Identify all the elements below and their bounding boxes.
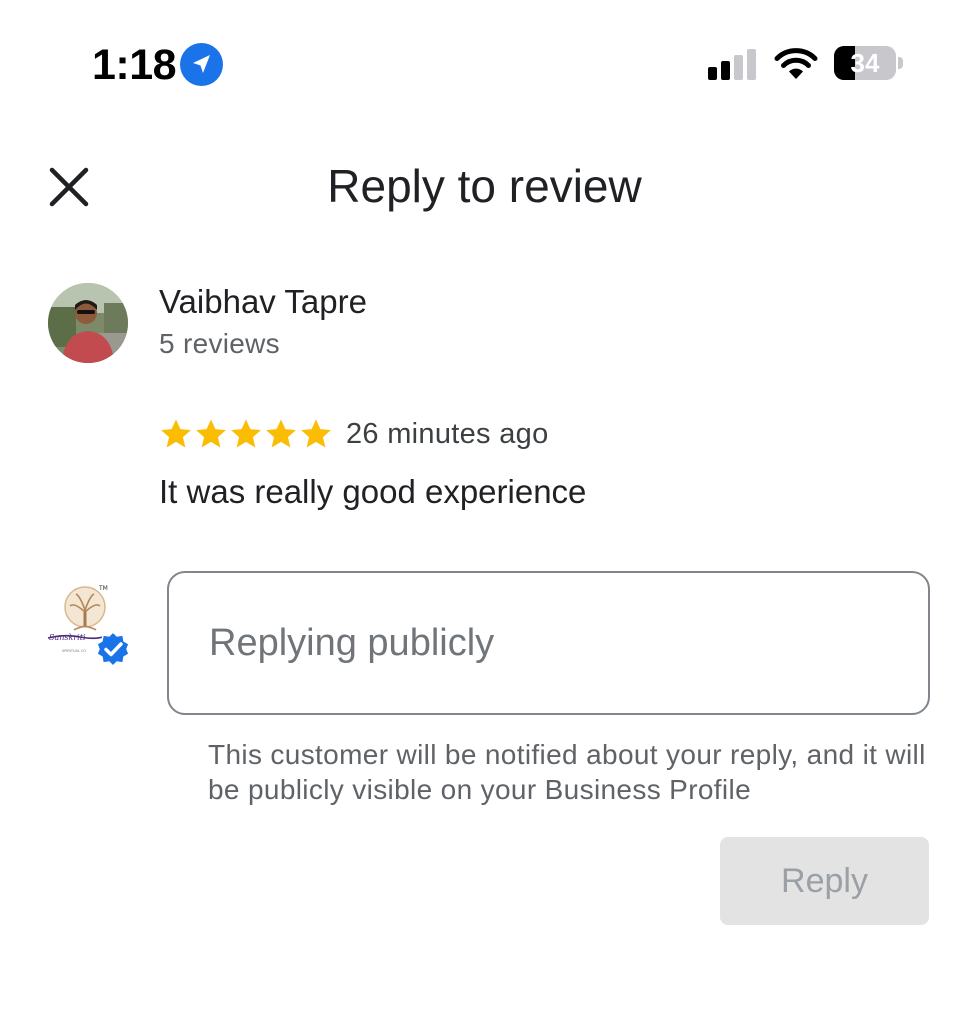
star-icon	[161, 419, 191, 448]
star-icon	[196, 419, 226, 448]
reply-button[interactable]: Reply	[720, 837, 929, 925]
reviewer-name[interactable]: Vaibhav Tapre	[159, 282, 367, 322]
page-title: Reply to review	[327, 160, 642, 212]
star-icon	[301, 419, 331, 448]
verified-badge-icon	[94, 630, 132, 668]
stars-container	[159, 417, 334, 451]
star-icon	[266, 419, 296, 448]
star-rating: 26 minutes ago	[159, 414, 549, 454]
battery-icon: 34	[834, 46, 904, 82]
reply-notice: This customer will be notified about you…	[208, 739, 926, 805]
star-icon	[231, 419, 261, 448]
reply-input[interactable]	[167, 571, 930, 715]
cellular-signal-icon	[708, 48, 758, 80]
svg-text:SPIRITUAL CO: SPIRITUAL CO	[62, 649, 86, 653]
review-time: 26 minutes ago	[346, 417, 549, 450]
location-arrow-icon	[180, 43, 223, 86]
wifi-icon	[774, 46, 818, 80]
battery-level: 34	[850, 48, 880, 78]
reviewer-review-count: 5 reviews	[159, 328, 280, 359]
review-text: It was really good experience	[159, 473, 587, 510]
status-time: 1:18	[92, 41, 177, 89]
reviewer-avatar[interactable]	[48, 283, 128, 363]
svg-text:Sanskriti: Sanskriti	[49, 633, 86, 642]
svg-text:TM: TM	[98, 585, 108, 592]
